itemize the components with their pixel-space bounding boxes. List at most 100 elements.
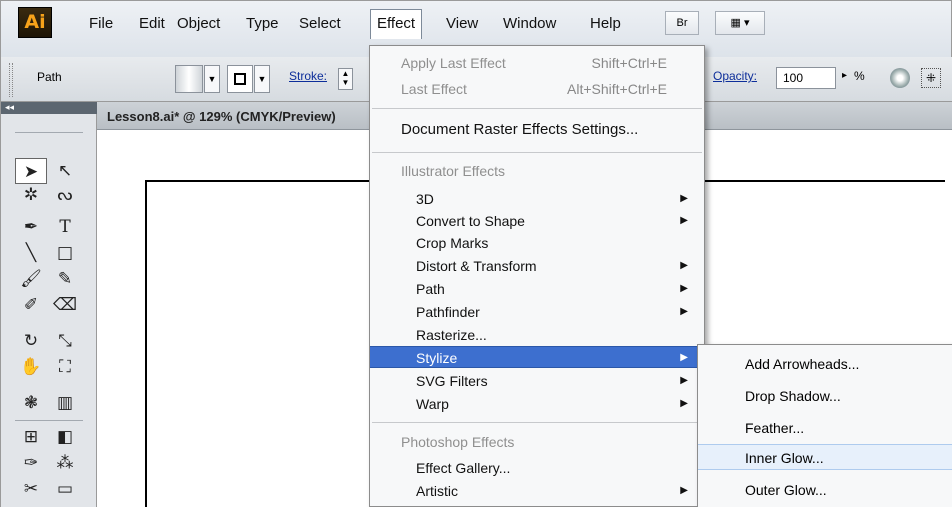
- tools-divider: [15, 132, 83, 133]
- rectangle-tool-icon[interactable]: □: [49, 240, 81, 266]
- pencil-tool-icon[interactable]: ✎: [49, 266, 81, 292]
- line-tool-icon[interactable]: ╲: [15, 240, 47, 266]
- submenu-arrow-icon: ▶: [680, 193, 688, 204]
- type-tool-icon[interactable]: T: [49, 214, 81, 240]
- menu-item-label: Path: [416, 281, 445, 297]
- rotate-tool-icon[interactable]: ↻: [15, 328, 47, 354]
- menu-item-stylize[interactable]: Stylize ▶: [370, 346, 704, 368]
- collapse-icon[interactable]: ◂◂: [5, 102, 14, 112]
- menu-section-illustrator: Illustrator Effects: [370, 160, 704, 182]
- menu-item-label: Effect Gallery...: [416, 460, 511, 476]
- warp-tool-icon[interactable]: ✋: [15, 354, 47, 380]
- artboard-tool-icon[interactable]: ▭: [49, 476, 81, 499]
- menu-item-label: SVG Filters: [416, 373, 488, 389]
- menu-type[interactable]: Type: [240, 10, 285, 38]
- eraser-tool-icon[interactable]: ⌫: [49, 292, 81, 318]
- submenu-arrow-icon: ▶: [680, 485, 688, 496]
- recolor-artwork-icon[interactable]: [890, 68, 910, 88]
- free-transform-tool-icon[interactable]: ⛶: [49, 354, 81, 380]
- menu-item-label: Rasterize...: [416, 327, 487, 343]
- menu-item-3d[interactable]: 3D ▶: [370, 188, 704, 210]
- menu-edit[interactable]: Edit: [133, 10, 171, 38]
- stroke-swatch[interactable]: [227, 65, 253, 93]
- submenu-item-label: Drop Shadow...: [745, 388, 841, 404]
- menu-item-crop-marks[interactable]: Crop Marks: [370, 232, 704, 254]
- menu-item-warp[interactable]: Warp ▶: [370, 393, 704, 415]
- opacity-arrow-icon[interactable]: ▸: [842, 70, 847, 81]
- magic-wand-tool-icon[interactable]: ✲: [15, 182, 47, 208]
- menu-view[interactable]: View: [440, 10, 484, 38]
- fill-swatch[interactable]: [175, 65, 203, 93]
- submenu-item-label: Add Arrowheads...: [745, 356, 860, 372]
- submenu-item-outer-glow[interactable]: Outer Glow...: [698, 477, 952, 503]
- menu-item-rasterize[interactable]: Rasterize...: [370, 324, 704, 346]
- selection-type-label: Path: [37, 70, 62, 84]
- opacity-label[interactable]: Opacity:: [713, 69, 757, 83]
- menu-item-label: Warp: [416, 396, 449, 412]
- pen-tool-icon[interactable]: ✒: [15, 214, 47, 240]
- menu-separator: [372, 152, 702, 153]
- eyedropper-tool-icon[interactable]: ✑: [15, 450, 47, 476]
- fill-dropdown[interactable]: ▼: [204, 65, 220, 93]
- stroke-square-icon: [234, 73, 246, 85]
- stroke-label[interactable]: Stroke:: [289, 69, 327, 83]
- stroke-dropdown[interactable]: ▼: [254, 65, 270, 93]
- menu-item-label: Apply Last Effect: [401, 55, 506, 71]
- menu-item-label: Distort & Transform: [416, 258, 537, 274]
- scissors-tool-icon[interactable]: ✂: [15, 476, 47, 499]
- menu-item-pathfinder[interactable]: Pathfinder ▶: [370, 301, 704, 323]
- arrange-documents-button[interactable]: ▦ ▾: [715, 11, 765, 35]
- menu-section-photoshop: Photoshop Effects: [370, 431, 704, 453]
- submenu-item-drop-shadow[interactable]: Drop Shadow...: [698, 383, 952, 409]
- paintbrush-tool-icon[interactable]: 🖌: [15, 266, 47, 292]
- menu-item-last-effect[interactable]: Last Effect Alt+Shift+Ctrl+E: [370, 78, 704, 100]
- tools-panel: ◂◂ ➤ ↖ ✲ ᔓ ✒ T ╲ □ 🖌 ✎ ✐ ⌫ ↻ ⤡ ✋ ⛶ ❃ ▥ ⊞…: [0, 102, 97, 507]
- mesh-tool-icon[interactable]: ⊞: [15, 424, 47, 450]
- menu-item-path[interactable]: Path ▶: [370, 278, 704, 300]
- tools-divider: [15, 420, 83, 421]
- selection-tool-icon[interactable]: ➤: [15, 158, 47, 184]
- submenu-item-label: Inner Glow...: [745, 450, 824, 466]
- align-icon[interactable]: ⁜: [921, 68, 941, 88]
- stroke-weight-stepper[interactable]: ▲ ▼: [338, 68, 353, 90]
- submenu-item-add-arrowheads[interactable]: Add Arrowheads...: [698, 351, 952, 377]
- menu-item-label: 3D: [416, 191, 434, 207]
- document-title: Lesson8.ai* @ 129% (CMYK/Preview): [107, 109, 336, 124]
- menu-item-distort-transform[interactable]: Distort & Transform ▶: [370, 255, 704, 277]
- menu-select[interactable]: Select: [293, 10, 347, 38]
- submenu-item-label: Feather...: [745, 420, 805, 436]
- blob-brush-tool-icon[interactable]: ✐: [15, 292, 47, 318]
- menu-item-convert-to-shape[interactable]: Convert to Shape ▶: [370, 210, 704, 232]
- menu-item-apply-last-effect[interactable]: Apply Last Effect Shift+Ctrl+E: [370, 52, 704, 74]
- menu-help[interactable]: Help: [584, 10, 627, 38]
- menu-item-effect-gallery[interactable]: Effect Gallery...: [370, 457, 704, 479]
- menu-item-label: Convert to Shape: [416, 213, 525, 229]
- tools-panel-header[interactable]: ◂◂: [1, 102, 97, 114]
- scale-tool-icon[interactable]: ⤡: [49, 328, 81, 354]
- menu-file[interactable]: File: [83, 10, 119, 38]
- direct-selection-tool-icon[interactable]: ↖: [49, 158, 81, 184]
- panel-grip[interactable]: [9, 63, 13, 97]
- menu-effect[interactable]: Effect: [370, 9, 423, 39]
- menu-item-svg-filters[interactable]: SVG Filters ▶: [370, 370, 704, 392]
- bridge-button[interactable]: Br: [665, 11, 699, 35]
- blend-tool-icon[interactable]: ⁂: [49, 450, 81, 476]
- menu-separator: [372, 108, 702, 109]
- submenu-item-inner-glow[interactable]: Inner Glow...: [698, 444, 952, 470]
- menu-item-artistic[interactable]: Artistic ▶: [370, 480, 704, 502]
- menu-object[interactable]: Object: [171, 10, 226, 38]
- symbol-sprayer-tool-icon[interactable]: ❃: [15, 390, 47, 416]
- submenu-arrow-icon: ▶: [680, 398, 688, 409]
- graph-tool-icon[interactable]: ▥: [49, 390, 81, 416]
- menu-item-label: Last Effect: [401, 81, 467, 97]
- menu-window[interactable]: Window: [497, 10, 562, 38]
- submenu-item-feather[interactable]: Feather...: [698, 415, 952, 441]
- menu-item-label: Artistic: [416, 483, 458, 499]
- menu-item-label: Pathfinder: [416, 304, 480, 320]
- submenu-arrow-icon: ▶: [680, 283, 688, 294]
- menu-item-raster-settings[interactable]: Document Raster Effects Settings...: [370, 119, 704, 141]
- lasso-tool-icon[interactable]: ᔓ: [49, 182, 81, 208]
- opacity-input[interactable]: 100: [776, 67, 836, 89]
- submenu-arrow-icon: ▶: [680, 306, 688, 317]
- gradient-tool-icon[interactable]: ◧: [49, 424, 81, 450]
